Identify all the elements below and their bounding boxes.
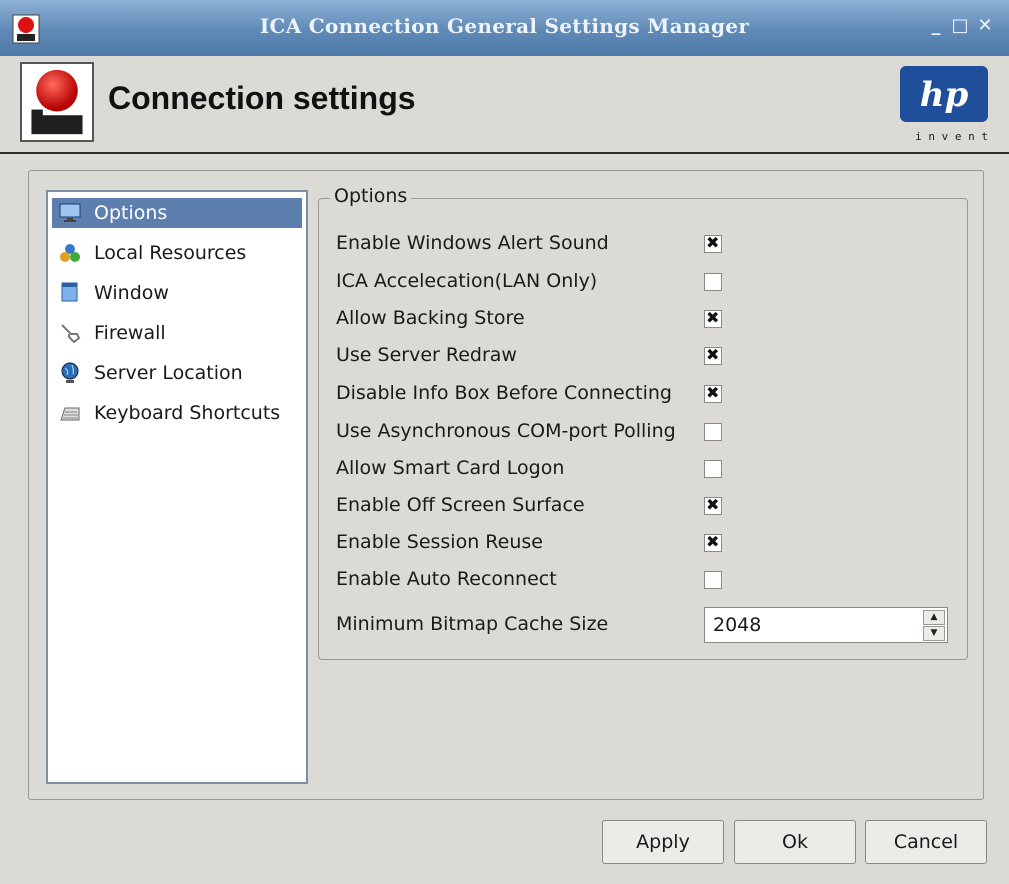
option-label: Allow Smart Card Logon [336, 457, 565, 479]
hp-tagline: i n v e n t [915, 130, 988, 143]
option-label: Use Asynchronous COM-port Polling [336, 420, 676, 442]
bitmap-cache-spinbox[interactable]: 2048 ▲ ▼ [704, 607, 948, 643]
window-icon [58, 281, 82, 305]
sidebar-item-label: Firewall [94, 322, 166, 344]
option-label: ICA Accelecation(LAN Only) [336, 270, 598, 292]
monitor-icon [58, 201, 82, 225]
minimize-button[interactable]: _ [926, 16, 946, 36]
sidebar-item-label: Server Location [94, 362, 243, 384]
sidebar-item-keyboard-shortcuts[interactable]: Keyboard Shortcuts [52, 398, 302, 428]
window-title: ICA Connection General Settings Manager [259, 14, 750, 38]
option-label: Disable Info Box Before Connecting [336, 382, 672, 404]
maximize-button[interactable]: □ [950, 16, 970, 36]
enable-windows-alert-sound-checkbox[interactable] [704, 233, 722, 253]
spin-up-icon[interactable]: ▲ [923, 610, 945, 625]
allow-backing-store-checkbox[interactable] [704, 308, 722, 328]
use-server-redraw-checkbox[interactable] [704, 345, 722, 365]
page-title: Connection settings [108, 80, 416, 116]
option-label: Use Server Redraw [336, 344, 517, 366]
option-label: Enable Off Screen Surface [336, 494, 585, 516]
option-label: Enable Session Reuse [336, 531, 543, 553]
sidebar-item-label: Keyboard Shortcuts [94, 402, 281, 424]
title-bar: ICA Connection General Settings Manager … [0, 0, 1009, 56]
keyboard-icon [58, 401, 82, 425]
sidebar-item-server-location[interactable]: Server Location [52, 358, 302, 388]
sidebar-item-label: Options [94, 202, 168, 224]
option-label: Enable Auto Reconnect [336, 568, 557, 590]
bitmap-cache-value[interactable]: 2048 [713, 614, 761, 636]
ok-button[interactable]: Ok [734, 820, 856, 864]
hp-logo: hp i n v e n t [896, 64, 992, 148]
enable-session-reuse-checkbox[interactable] [704, 532, 722, 552]
close-button[interactable]: ✕ [975, 16, 995, 36]
spin-down-icon[interactable]: ▼ [923, 626, 945, 641]
disable-info-box-checkbox[interactable] [704, 383, 722, 403]
resources-icon [58, 241, 82, 265]
enable-auto-reconnect-checkbox[interactable] [704, 571, 722, 589]
header: Connection settings hp i n v e n t [0, 56, 1009, 154]
apply-button[interactable]: Apply [602, 820, 724, 864]
connection-icon [20, 62, 94, 142]
sidebar-item-options[interactable]: Options [52, 198, 302, 228]
sidebar-item-label: Window [94, 282, 169, 304]
option-label: Allow Backing Store [336, 307, 525, 329]
cancel-button[interactable]: Cancel [865, 820, 987, 864]
bitmap-cache-label: Minimum Bitmap Cache Size [336, 613, 609, 635]
sidebar-item-firewall[interactable]: Firewall [52, 318, 302, 348]
allow-smart-card-logon-checkbox[interactable] [704, 460, 722, 478]
hp-logo-text: hp [920, 75, 969, 115]
enable-off-screen-surface-checkbox[interactable] [704, 495, 722, 515]
sidebar-item-window[interactable]: Window [52, 278, 302, 308]
sidebar-item-label: Local Resources [94, 242, 247, 264]
firewall-icon [58, 321, 82, 345]
option-label: Enable Windows Alert Sound [336, 232, 609, 254]
globe-icon [58, 361, 82, 385]
async-com-port-polling-checkbox[interactable] [704, 423, 722, 441]
sidebar: Options Local Resources Window Firewall … [46, 190, 308, 784]
sidebar-item-local-resources[interactable]: Local Resources [52, 238, 302, 268]
options-legend: Options [330, 185, 412, 207]
ica-acceleration-checkbox[interactable] [704, 273, 722, 291]
